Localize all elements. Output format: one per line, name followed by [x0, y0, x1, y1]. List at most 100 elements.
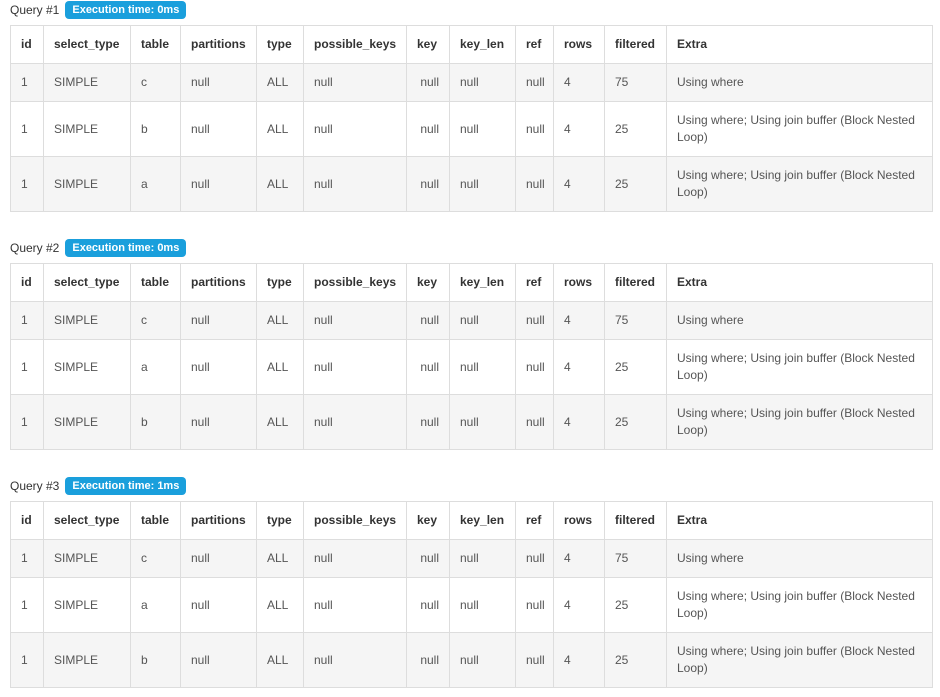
cell-id: 1	[10, 339, 44, 395]
cell-table: a	[130, 156, 181, 212]
cell-filtered: 25	[604, 101, 667, 157]
cell-key-len: null	[449, 339, 516, 395]
cell-partitions: null	[180, 63, 257, 102]
cell-extra: Using where; Using join buffer (Block Ne…	[666, 156, 933, 212]
cell-partitions: null	[180, 156, 257, 212]
cell-key-len: null	[449, 101, 516, 157]
cell-partitions: null	[180, 101, 257, 157]
cell-key: null	[406, 339, 450, 395]
cell-id: 1	[10, 577, 44, 633]
column-header-table[interactable]: table	[130, 25, 181, 64]
column-header-ref[interactable]: ref	[515, 263, 554, 302]
cell-rows: 4	[553, 577, 605, 633]
column-header-rows[interactable]: rows	[553, 263, 605, 302]
column-header-id[interactable]: id	[10, 501, 44, 540]
cell-extra: Using where	[666, 63, 933, 102]
cell-rows: 4	[553, 632, 605, 688]
cell-key: null	[406, 63, 450, 102]
explain-table: id select_type table partitions type possible…	[10, 501, 933, 688]
column-header-type[interactable]: type	[256, 25, 304, 64]
column-header-rows[interactable]: rows	[553, 501, 605, 540]
cell-possible-keys: null	[303, 539, 407, 578]
cell-ref: null	[515, 156, 554, 212]
cell-table: b	[130, 632, 181, 688]
column-header-key-len[interactable]: key_len	[449, 263, 516, 302]
cell-ref: null	[515, 632, 554, 688]
cell-filtered: 25	[604, 394, 667, 450]
column-header-ref[interactable]: ref	[515, 501, 554, 540]
cell-table: b	[130, 101, 181, 157]
cell-key-len: null	[449, 63, 516, 102]
cell-select-type: SIMPLE	[43, 632, 131, 688]
cell-id: 1	[10, 63, 44, 102]
cell-rows: 4	[553, 101, 605, 157]
cell-table: c	[130, 539, 181, 578]
cell-type: ALL	[256, 539, 304, 578]
cell-filtered: 25	[604, 339, 667, 395]
query-header: Query #2 Execution time: 0ms	[10, 238, 932, 258]
cell-select-type: SIMPLE	[43, 156, 131, 212]
column-header-type[interactable]: type	[256, 501, 304, 540]
column-header-select-type[interactable]: select_type	[43, 501, 131, 540]
column-header-id[interactable]: id	[10, 25, 44, 64]
column-header-table[interactable]: table	[130, 501, 181, 540]
cell-table: c	[130, 301, 181, 340]
cell-key: null	[406, 156, 450, 212]
table-row: 1 SIMPLE a null ALL null null null null 4 25 Using …	[10, 339, 933, 395]
column-header-key[interactable]: key	[406, 25, 450, 64]
column-header-extra[interactable]: Extra	[666, 501, 933, 540]
cell-rows: 4	[553, 539, 605, 578]
cell-ref: null	[515, 63, 554, 102]
table-header-row: id select_type table partitions type possible…	[10, 25, 933, 64]
explain-table: id select_type table partitions type possible…	[10, 263, 933, 450]
column-header-extra[interactable]: Extra	[666, 263, 933, 302]
column-header-table[interactable]: table	[130, 263, 181, 302]
cell-rows: 4	[553, 156, 605, 212]
execution-time-badge: Execution time: 1ms	[65, 477, 187, 495]
column-header-partitions[interactable]: partitions	[180, 501, 257, 540]
table-row: 1 SIMPLE b null ALL null null null null 4 25 Using …	[10, 394, 933, 450]
column-header-key[interactable]: key	[406, 263, 450, 302]
cell-partitions: null	[180, 339, 257, 395]
column-header-key-len[interactable]: key_len	[449, 25, 516, 64]
query-block: Query #3 Execution time: 1ms id select_type…	[10, 476, 933, 688]
cell-table: a	[130, 577, 181, 633]
column-header-key-len[interactable]: key_len	[449, 501, 516, 540]
column-header-filtered[interactable]: filtered	[604, 263, 667, 302]
cell-filtered: 75	[604, 63, 667, 102]
column-header-id[interactable]: id	[10, 263, 44, 302]
cell-select-type: SIMPLE	[43, 63, 131, 102]
cell-possible-keys: null	[303, 339, 407, 395]
cell-ref: null	[515, 101, 554, 157]
cell-key-len: null	[449, 394, 516, 450]
column-header-possible-keys[interactable]: possible_keys	[303, 501, 407, 540]
cell-partitions: null	[180, 577, 257, 633]
column-header-possible-keys[interactable]: possible_keys	[303, 263, 407, 302]
column-header-key[interactable]: key	[406, 501, 450, 540]
column-header-extra[interactable]: Extra	[666, 25, 933, 64]
table-row: 1 SIMPLE a null ALL null null null null 4 25 Using …	[10, 156, 933, 212]
cell-id: 1	[10, 301, 44, 340]
table-row: 1 SIMPLE c null ALL null null null null 4 75 Using …	[10, 539, 933, 578]
cell-type: ALL	[256, 632, 304, 688]
cell-extra: Using where; Using join buffer (Block Ne…	[666, 577, 933, 633]
column-header-rows[interactable]: rows	[553, 25, 605, 64]
column-header-filtered[interactable]: filtered	[604, 501, 667, 540]
column-header-select-type[interactable]: select_type	[43, 263, 131, 302]
column-header-select-type[interactable]: select_type	[43, 25, 131, 64]
column-header-partitions[interactable]: partitions	[180, 25, 257, 64]
cell-type: ALL	[256, 63, 304, 102]
cell-select-type: SIMPLE	[43, 101, 131, 157]
column-header-possible-keys[interactable]: possible_keys	[303, 25, 407, 64]
column-header-ref[interactable]: ref	[515, 25, 554, 64]
cell-possible-keys: null	[303, 394, 407, 450]
cell-type: ALL	[256, 339, 304, 395]
cell-table: a	[130, 339, 181, 395]
cell-key-len: null	[449, 577, 516, 633]
cell-key: null	[406, 301, 450, 340]
column-header-partitions[interactable]: partitions	[180, 263, 257, 302]
cell-filtered: 25	[604, 156, 667, 212]
column-header-filtered[interactable]: filtered	[604, 25, 667, 64]
cell-id: 1	[10, 539, 44, 578]
column-header-type[interactable]: type	[256, 263, 304, 302]
